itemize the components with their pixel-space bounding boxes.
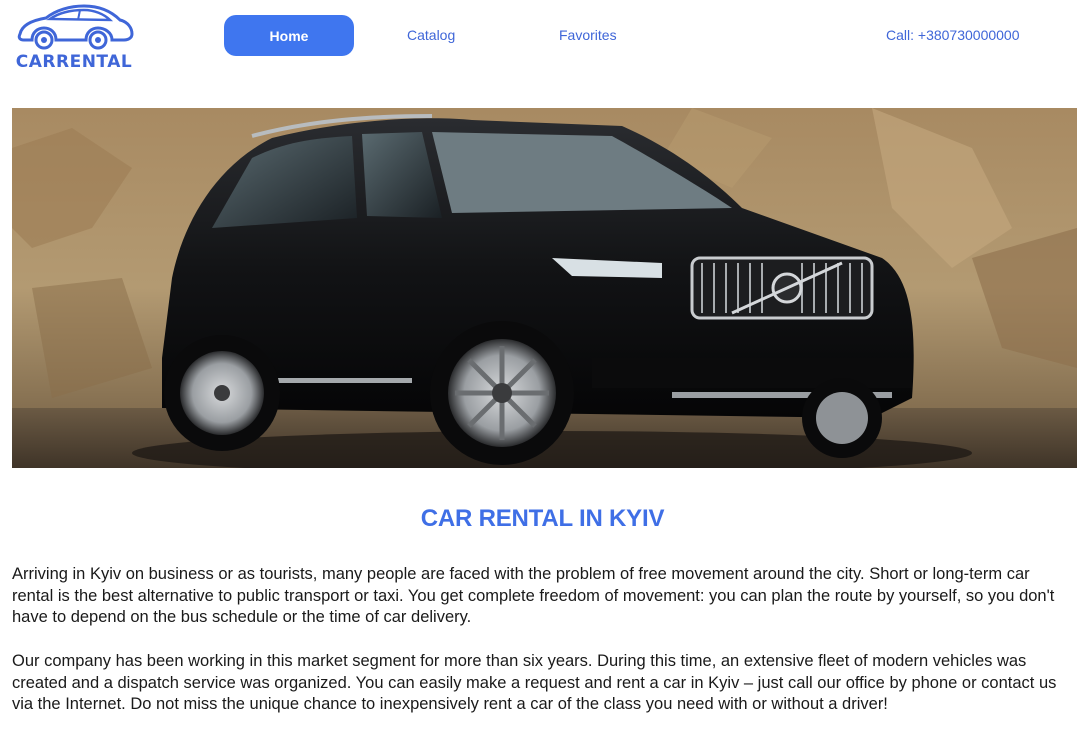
- page-title: CAR RENTAL IN KYIV: [420, 505, 665, 532]
- car-logo-icon: [17, 4, 134, 50]
- suv-car-photo-icon: [12, 108, 1077, 468]
- intro-paragraph: Arriving in Kyiv on business or as touri…: [12, 565, 1055, 626]
- nav-favorites-link[interactable]: Favorites: [559, 27, 617, 43]
- header: CARRENTAL Home Catalog Favorites Call: +…: [0, 0, 1085, 100]
- logo-text: CARRENTAL: [15, 52, 133, 72]
- phone-link[interactable]: Call: +380730000000: [886, 27, 1020, 43]
- company-paragraph: Our company has been working in this mar…: [12, 652, 1057, 713]
- nav-home-button[interactable]: Home: [224, 15, 354, 56]
- logo[interactable]: CARRENTAL: [12, 2, 136, 74]
- nav-catalog-link[interactable]: Catalog: [407, 27, 455, 43]
- hero-image: [12, 108, 1077, 468]
